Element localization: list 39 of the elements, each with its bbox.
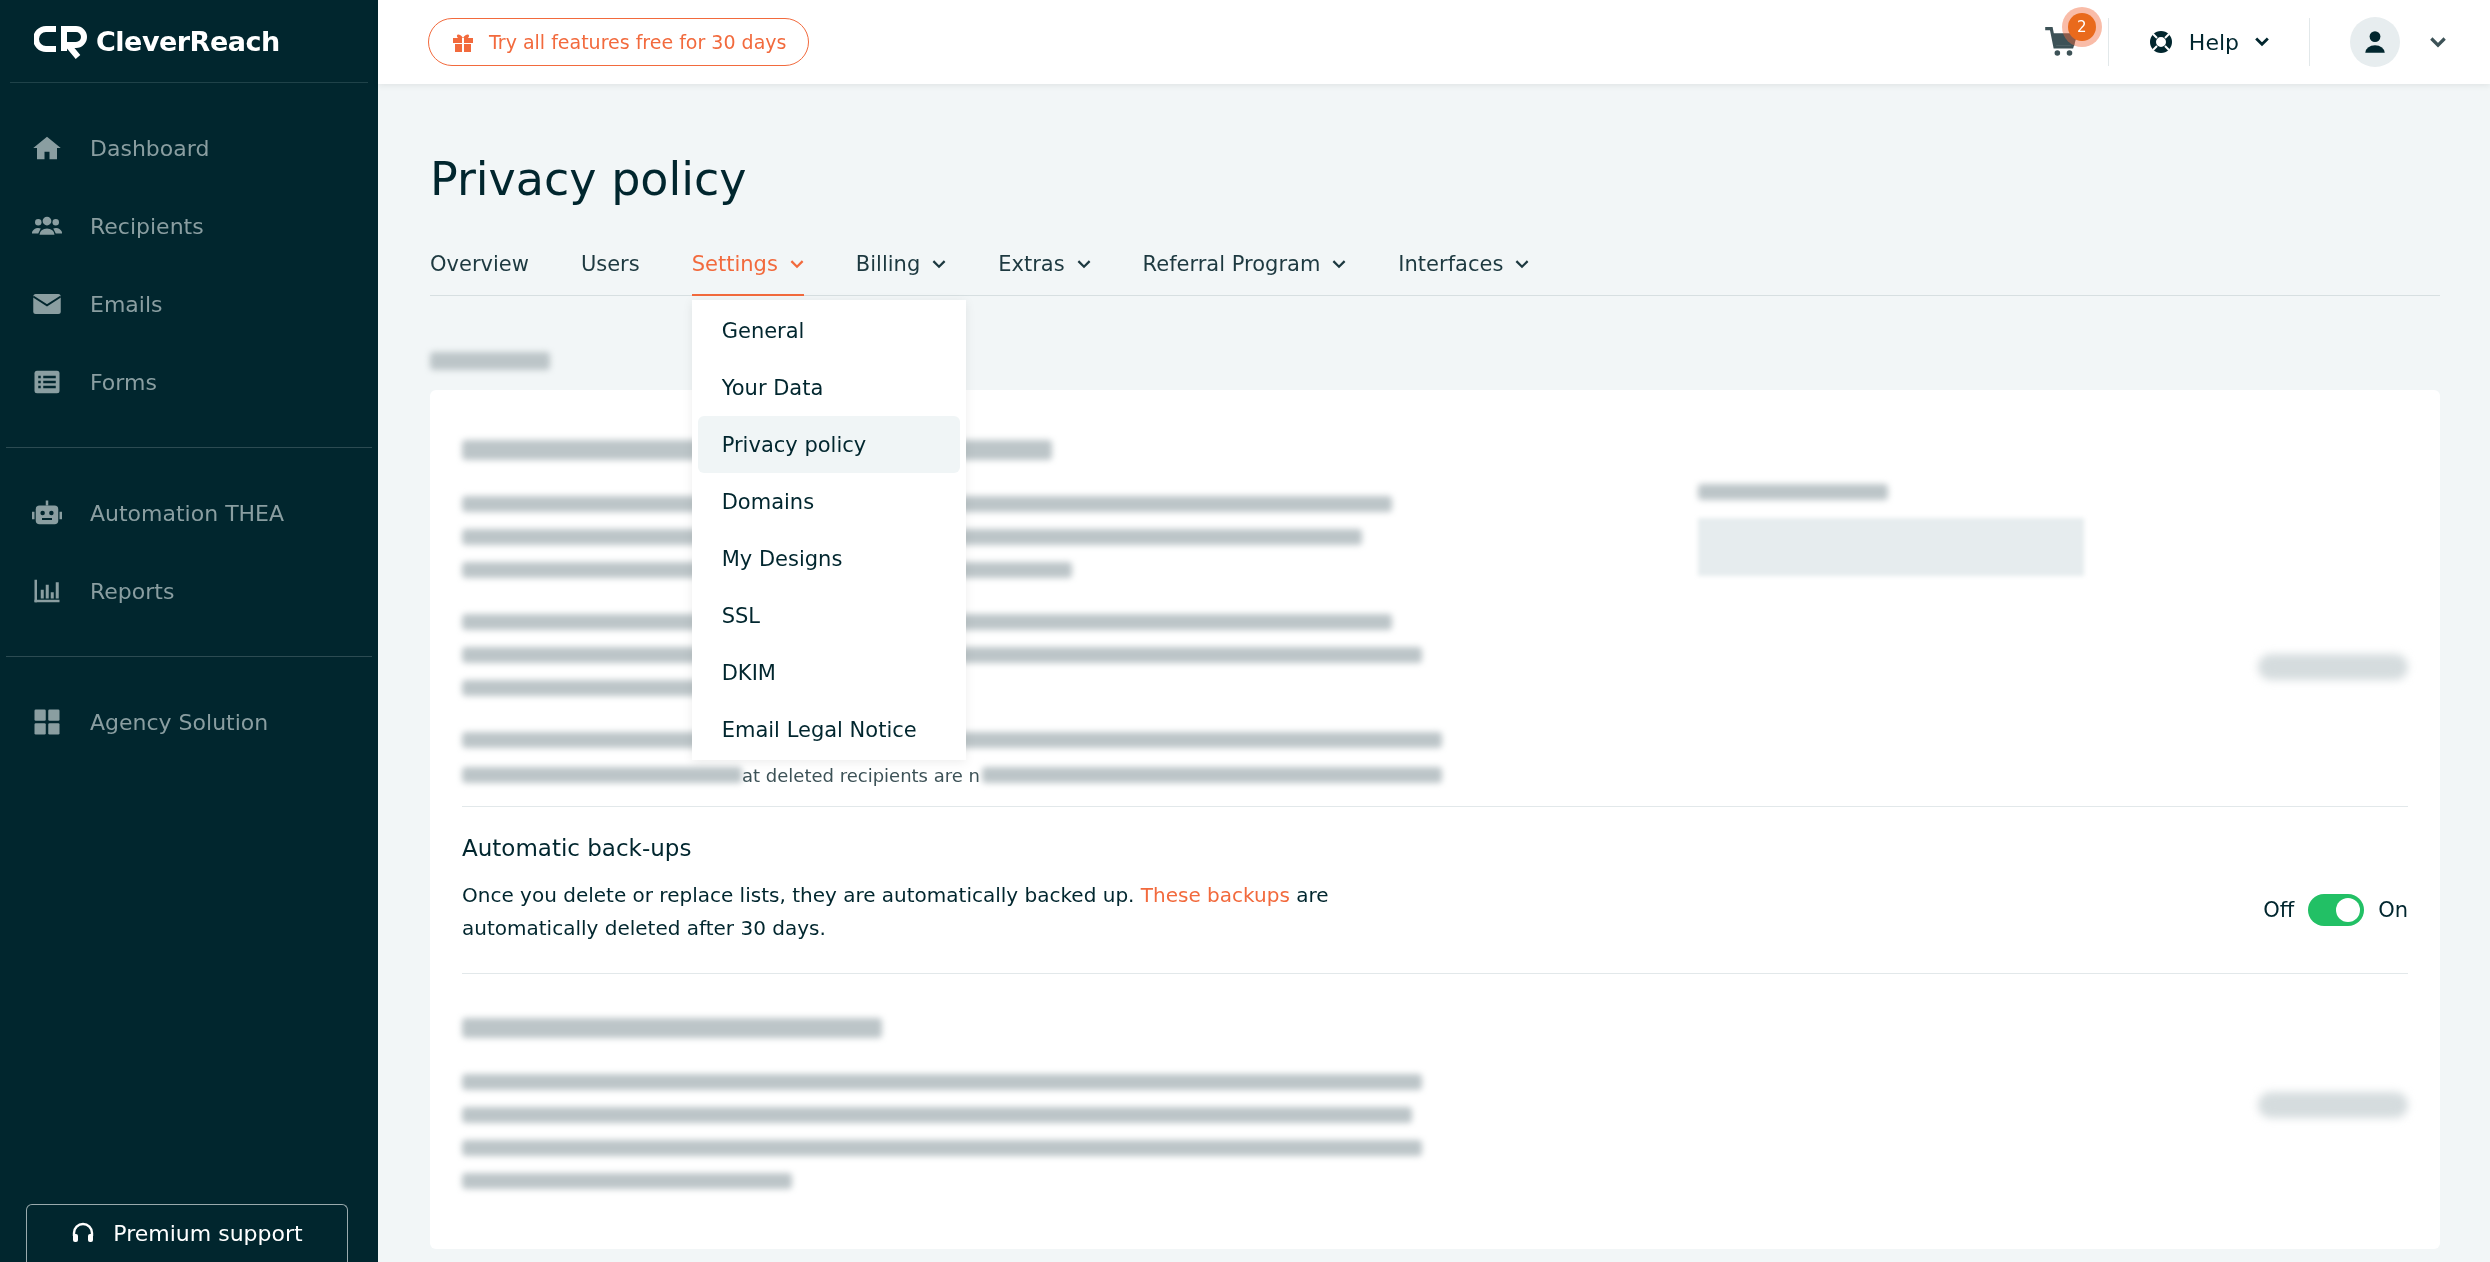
sidebar-item[interactable]: Dashboard [6,109,372,187]
menu-item[interactable]: SSL [697,587,960,644]
page-title: Privacy policy [430,152,748,206]
menu-item[interactable]: Your Data [697,359,960,416]
section-title: Automatic back-ups [462,834,693,861]
cart-count-badge: 2 [2067,13,2096,41]
tab[interactable]: Extras [998,252,1091,296]
sidebar-item[interactable]: Agency Solution [6,683,372,761]
chevron-down-icon[interactable] [2430,36,2446,48]
sidebar-item[interactable]: Recipients [6,187,372,265]
toggle-switch[interactable] [2308,893,2365,926]
tab[interactable]: Overview [430,252,529,296]
premium-support-button[interactable]: Premium support [26,1204,348,1262]
partial-text: at deleted recipients are n [742,764,981,786]
tab[interactable]: Billing [855,252,947,296]
menu-item[interactable]: General [697,302,960,359]
tab[interactable]: Users [580,252,640,296]
menu-item[interactable]: DKIM [697,644,960,701]
grid-icon [32,707,62,737]
sidebar-item[interactable]: Automation THEA [6,474,372,552]
menu-item[interactable]: Domains [697,473,960,530]
menu-item[interactable]: My Designs [697,530,960,587]
menu-item[interactable]: Email Legal Notice [697,701,960,758]
sidebar-item[interactable]: Reports [6,552,372,630]
menu-item[interactable]: Privacy policy [697,416,960,473]
help-button[interactable]: Help [2138,29,2279,55]
tab[interactable]: Interfaces [1398,252,1530,296]
on-label: On [2378,897,2408,922]
cart-icon[interactable] [2043,25,2078,59]
avatar[interactable] [2350,17,2400,67]
sidebar-item[interactable]: Emails [6,265,372,343]
lifebuoy-icon [2148,30,2173,54]
description-text: Once you delete or replace lists, they are automatically backed up. These backups are automatically deleted after 30 days. [462,881,1330,942]
tab[interactable]: Referral Program [1142,252,1347,296]
chevron-down-icon [2255,37,2269,47]
off-label: Off [2263,897,2295,922]
brand-name: CleverReach [96,25,280,57]
sidebar-item[interactable]: Forms [6,343,372,421]
user-icon [2362,29,2388,55]
